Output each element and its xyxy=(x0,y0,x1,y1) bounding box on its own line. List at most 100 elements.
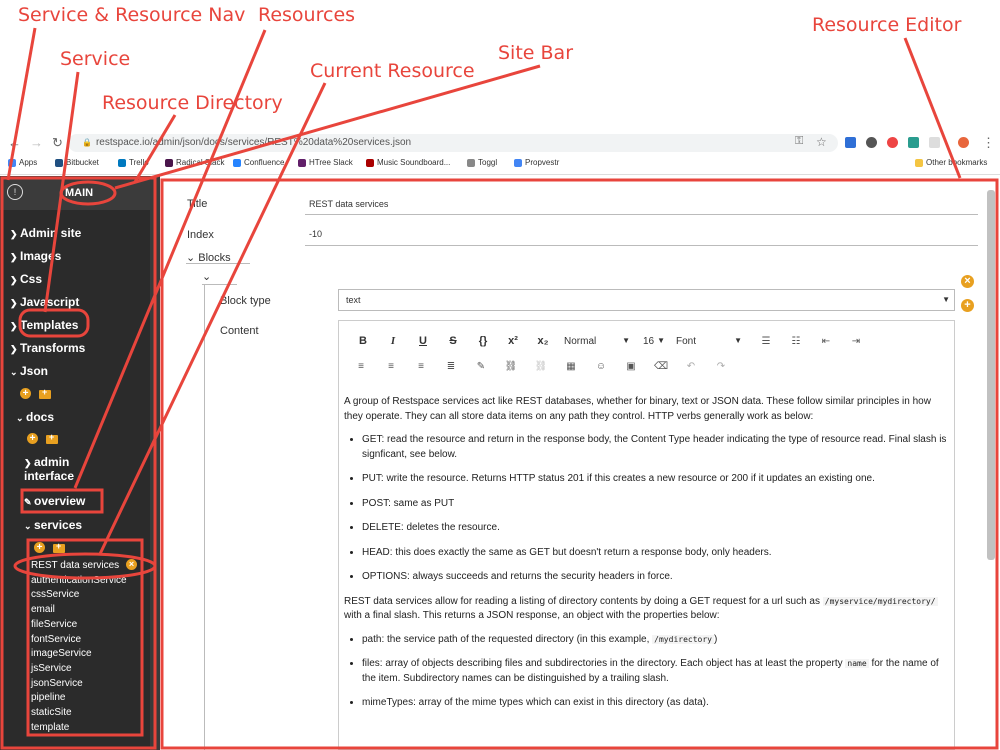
block-type-select[interactable]: text ▼ xyxy=(338,289,955,311)
bookmark-item[interactable]: HTree Slack xyxy=(298,158,353,167)
annotation-service: Service xyxy=(60,48,131,70)
remove-block-icon[interactable]: × xyxy=(961,275,974,288)
extension-icon[interactable] xyxy=(866,137,877,148)
url-bar[interactable]: 🔒 restspace.io/admin/json/docs/services/R… xyxy=(68,134,838,152)
inline-code: /myservice/mydirectory/ xyxy=(822,596,938,606)
block-collapse-icon[interactable]: ⌄ xyxy=(202,270,211,283)
emoji-icon[interactable]: ☺ xyxy=(594,361,608,373)
font-select[interactable]: Font ▼ xyxy=(676,336,742,347)
subscript-button[interactable]: x₂ xyxy=(534,335,552,347)
align-center-icon[interactable]: ≡ xyxy=(384,361,398,373)
align-left-icon[interactable]: ≡ xyxy=(354,361,368,373)
unlink-icon[interactable]: ⛓ xyxy=(534,361,548,373)
strikethrough-button[interactable]: S xyxy=(444,335,462,347)
restspace-logo-icon[interactable]: ! xyxy=(7,184,23,200)
bold-button[interactable]: B xyxy=(354,335,372,347)
outdent-icon[interactable]: ⇤ xyxy=(819,336,833,348)
key-icon[interactable]: ⚿ xyxy=(795,135,803,148)
resource-item[interactable]: fontService xyxy=(31,634,81,645)
bookmark-item[interactable]: Apps xyxy=(8,158,37,167)
index-field[interactable]: -10 xyxy=(309,229,322,239)
redo-icon[interactable]: ↷ xyxy=(714,361,728,373)
extension-icon[interactable] xyxy=(887,137,898,148)
folder-admin-interface[interactable]: ❯ admin interface xyxy=(24,455,104,483)
list-item: path: the service path of the requested … xyxy=(362,633,949,648)
add-item-button[interactable]: + xyxy=(20,388,31,399)
sidebar: ! MAIN ❯ Admin site ❯ Images ❯ Css ❯ Javascr… xyxy=(0,176,160,750)
browser-chrome: ← → ↻ 🔒 restspace.io/admin/json/docs/serv… xyxy=(0,132,1000,175)
resource-item[interactable]: authenticationService xyxy=(31,575,127,586)
editor-scrollbar[interactable] xyxy=(987,190,995,560)
font-size-select[interactable]: 16 ▼ xyxy=(643,336,665,347)
resource-item[interactable]: jsonService xyxy=(31,678,83,689)
add-item-button[interactable]: + xyxy=(34,542,45,553)
align-right-icon[interactable]: ≡ xyxy=(414,361,428,373)
bullet-list-icon[interactable]: ☰ xyxy=(759,336,773,348)
add-folder-button[interactable] xyxy=(53,541,65,553)
link-icon[interactable]: ⛓ xyxy=(504,361,518,373)
resource-item[interactable]: staticSite xyxy=(31,707,72,718)
reload-icon[interactable]: ↻ xyxy=(52,135,63,151)
menu-icon[interactable]: ⋮ xyxy=(982,135,995,151)
color-picker-icon[interactable]: ✎ xyxy=(474,361,488,373)
back-icon[interactable]: ← xyxy=(8,135,21,150)
site-name[interactable]: MAIN xyxy=(65,187,93,199)
bookmark-item[interactable]: Propvestr xyxy=(514,158,559,167)
bookmark-icon xyxy=(467,158,475,167)
title-field[interactable]: REST data services xyxy=(309,199,388,209)
eraser-icon[interactable]: ⌫ xyxy=(654,361,668,373)
superscript-button[interactable]: x² xyxy=(504,335,522,347)
extension-icon[interactable] xyxy=(845,137,856,148)
bookmark-item[interactable]: Music Soundboard... xyxy=(366,158,450,167)
service-json[interactable]: ⌄ Json xyxy=(10,364,48,378)
profile-avatar[interactable] xyxy=(958,137,969,148)
underline-button[interactable]: U xyxy=(414,335,432,347)
service-transforms[interactable]: ❯ Transforms xyxy=(10,341,85,355)
folder-services[interactable]: ⌄ services xyxy=(24,518,82,532)
bookmark-item[interactable]: Bitbucket xyxy=(55,158,99,167)
bookmark-item[interactable]: Trello xyxy=(118,158,149,167)
numbered-list-icon[interactable]: ☷ xyxy=(789,336,803,348)
list-item: files: array of objects describing files… xyxy=(362,657,949,686)
insert-table-icon[interactable]: ▦ xyxy=(564,361,578,373)
resource-item[interactable]: template xyxy=(31,722,69,733)
current-resource-item[interactable]: REST data services xyxy=(31,560,119,571)
extension-icon[interactable] xyxy=(929,137,940,148)
list-item: HEAD: this does exactly the same as GET … xyxy=(362,546,949,561)
bookmark-item[interactable]: Confluence xyxy=(233,158,284,167)
star-icon[interactable]: ☆ xyxy=(816,135,827,149)
add-block-icon[interactable]: + xyxy=(961,299,974,312)
extension-icon[interactable] xyxy=(908,137,919,148)
image-icon[interactable]: ▣ xyxy=(624,361,638,373)
rich-text-editor[interactable]: B I U S {} x² x₂ Normal ▼ 16 ▼ Font ▼ ☰ ☷ ⇤… xyxy=(338,320,955,750)
resource-item[interactable]: email xyxy=(31,604,55,615)
indent-icon[interactable]: ⇥ xyxy=(849,336,863,348)
service-admin-site[interactable]: ❯ Admin site xyxy=(10,226,81,240)
service-images[interactable]: ❯ Images xyxy=(10,249,61,263)
undo-icon[interactable]: ↶ xyxy=(684,361,698,373)
other-bookmarks[interactable]: Other bookmarks xyxy=(915,158,987,167)
service-templates[interactable]: ❯ Templates xyxy=(10,318,78,332)
italic-button[interactable]: I xyxy=(384,335,402,347)
code-button[interactable]: {} xyxy=(474,335,492,347)
align-justify-icon[interactable]: ≣ xyxy=(444,361,458,373)
bookmark-item[interactable]: Radical Slack xyxy=(165,158,224,167)
sidebar-scrollbar[interactable] xyxy=(150,176,160,750)
delete-resource-icon[interactable]: × xyxy=(126,559,137,570)
bookmark-item[interactable]: Toggl xyxy=(467,158,497,167)
service-javascript[interactable]: ❯ Javascript xyxy=(10,295,79,309)
add-folder-button[interactable] xyxy=(46,432,58,444)
resource-item[interactable]: fileService xyxy=(31,619,77,630)
service-css[interactable]: ❯ Css xyxy=(10,272,42,286)
add-folder-button[interactable] xyxy=(39,387,51,399)
heading-select[interactable]: Normal ▼ xyxy=(564,336,630,347)
resource-item[interactable]: cssService xyxy=(31,589,79,600)
resource-item[interactable]: imageService xyxy=(31,648,92,659)
folder-docs[interactable]: ⌄ docs xyxy=(16,410,54,424)
item-overview[interactable]: ✎ overview xyxy=(24,494,85,508)
editor-content[interactable]: A group of Restspace services act like R… xyxy=(344,395,949,721)
resource-item[interactable]: pipeline xyxy=(31,692,65,703)
forward-icon[interactable]: → xyxy=(30,135,43,150)
add-item-button[interactable]: + xyxy=(27,433,38,444)
resource-item[interactable]: jsService xyxy=(31,663,72,674)
